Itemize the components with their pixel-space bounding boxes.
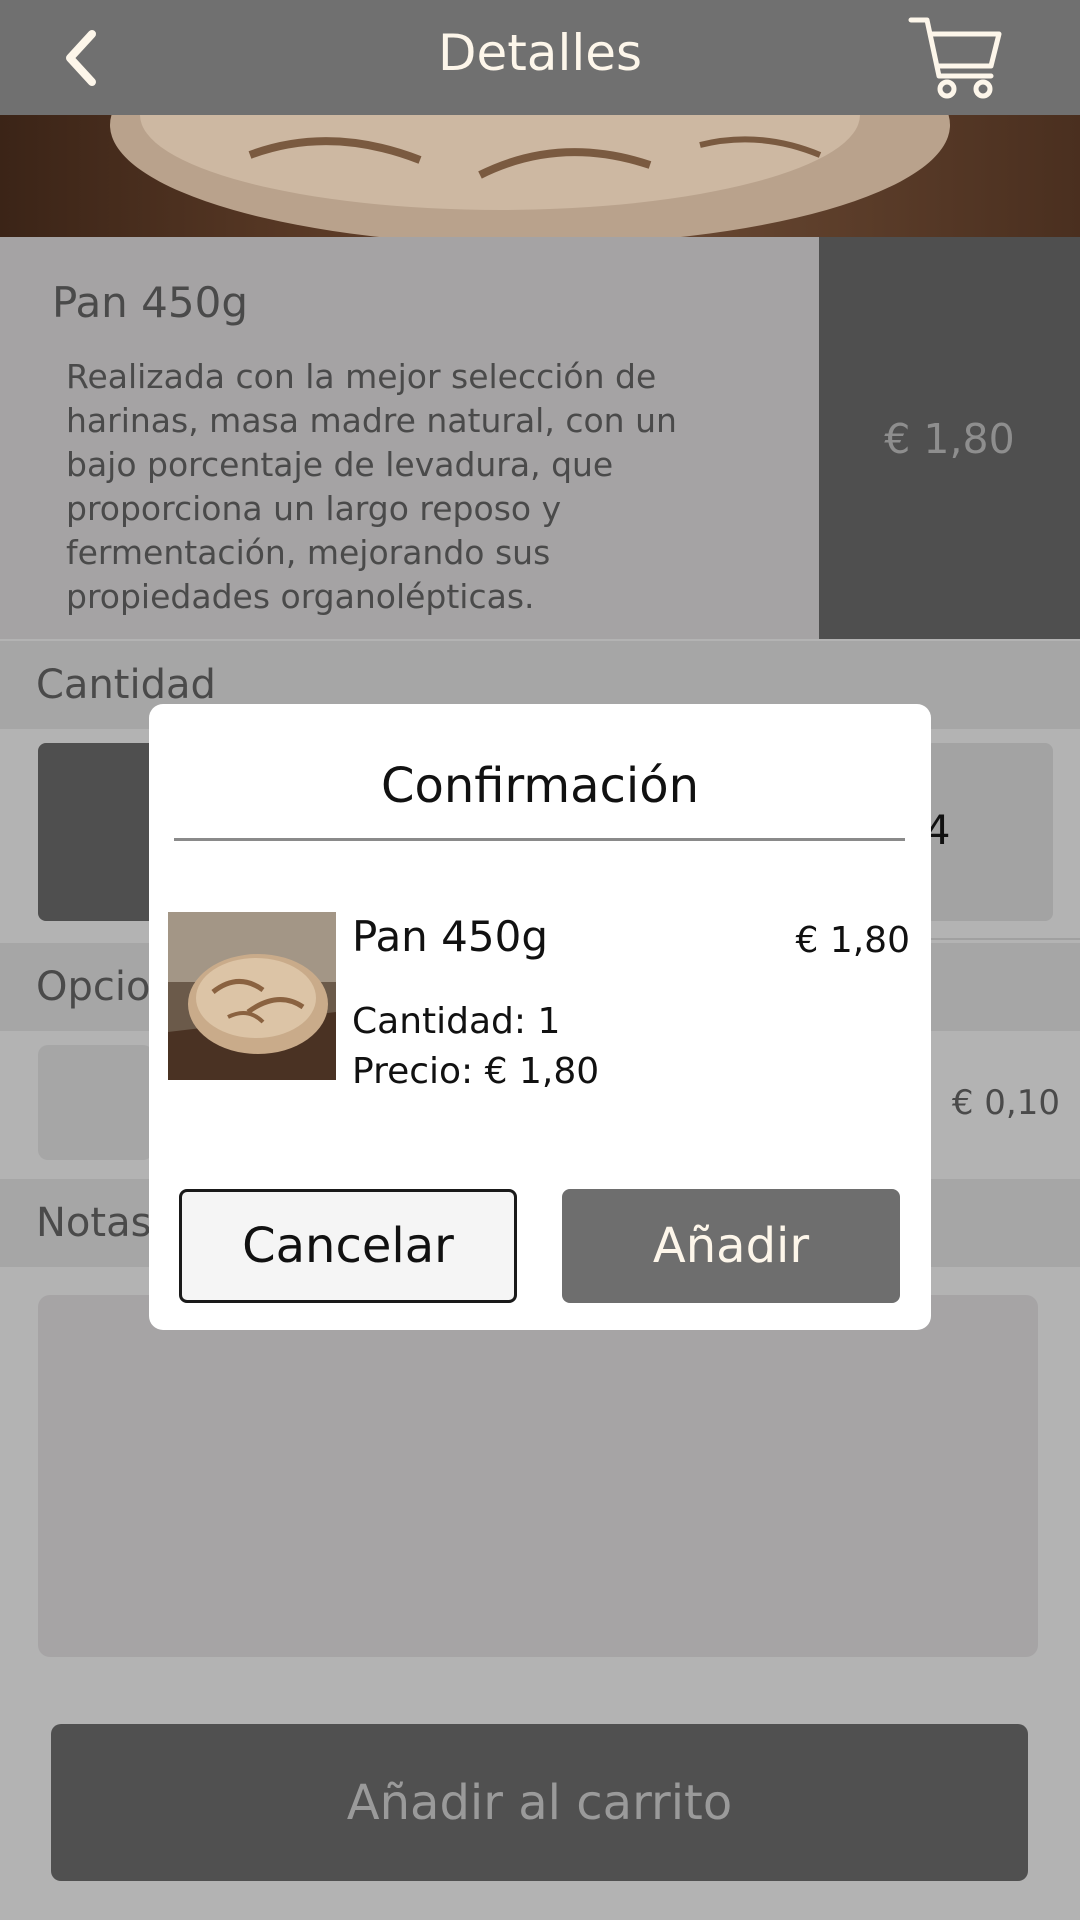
add-to-cart-button[interactable]: Añadir al carrito bbox=[51, 1724, 1028, 1881]
dialog-divider bbox=[174, 838, 905, 841]
options-label: Opcio bbox=[36, 964, 151, 1010]
product-name: Pan 450g bbox=[52, 278, 248, 327]
confirm-add-button[interactable]: Añadir bbox=[562, 1189, 900, 1303]
option-checkbox[interactable] bbox=[38, 1045, 153, 1160]
product-hero-image bbox=[0, 115, 1080, 237]
notes-label: Notas bbox=[36, 1200, 152, 1246]
quantity-label: Cantidad bbox=[36, 662, 216, 708]
notes-textarea[interactable] bbox=[38, 1295, 1038, 1657]
product-thumbnail bbox=[168, 912, 336, 1080]
product-price: € 1,80 bbox=[884, 415, 1015, 463]
dialog-unit-price: Precio: € 1,80 bbox=[352, 1051, 600, 1092]
shopping-cart-icon[interactable] bbox=[905, 12, 1005, 100]
dialog-quantity: Cantidad: 1 bbox=[352, 1001, 561, 1042]
dialog-item-price: € 1,80 bbox=[795, 920, 910, 961]
dialog-item-name: Pan 450g bbox=[352, 912, 548, 961]
divider bbox=[930, 938, 1080, 940]
cancel-button[interactable]: Cancelar bbox=[179, 1189, 517, 1303]
product-description: Realizada con la mejor selección de hari… bbox=[66, 357, 677, 616]
dialog-title: Confirmación bbox=[380, 758, 700, 814]
